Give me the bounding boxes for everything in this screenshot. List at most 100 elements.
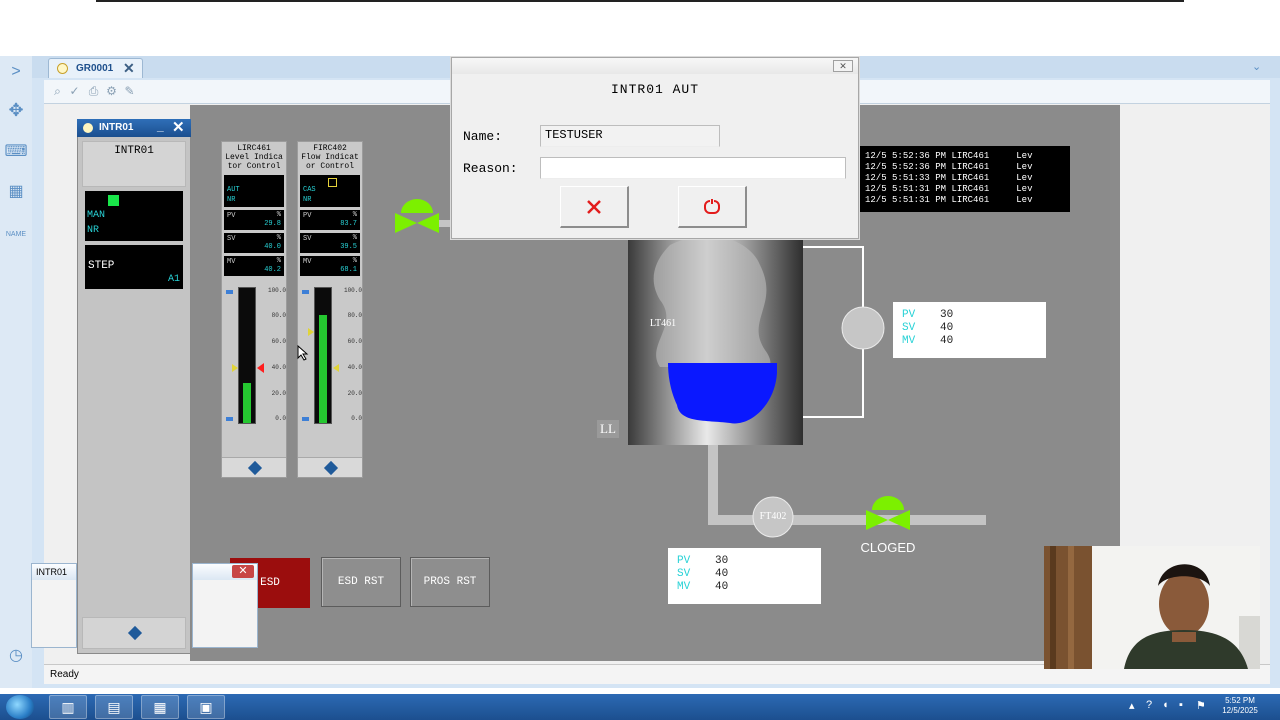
- tab-gr0001[interactable]: GR0001 ✕: [48, 58, 143, 78]
- detail-icon[interactable]: [323, 460, 339, 476]
- grid-icon[interactable]: ▦: [4, 180, 28, 204]
- mode-label: AUT: [227, 186, 240, 194]
- faceplate-footer[interactable]: [298, 457, 362, 477]
- mv-value: 40: [715, 581, 729, 593]
- outlet-pipe-vertical: [708, 445, 718, 515]
- faceplate-header: INTR01: [82, 141, 186, 187]
- low-limit-marker: [302, 417, 309, 421]
- edit-icon[interactable]: ✎: [122, 84, 137, 99]
- step-display[interactable]: STEP A1: [85, 245, 183, 289]
- alarm-list[interactable]: 12/5 5:52:36 PM LIRC461 Lev 12/5 5:52:36…: [858, 146, 1070, 212]
- minimize-icon[interactable]: _: [157, 119, 164, 133]
- tab-label: GR0001: [76, 63, 114, 74]
- pv-value: 30: [940, 309, 954, 321]
- scale-tick: 100.0: [267, 287, 286, 294]
- ft402-label: FT402: [759, 511, 787, 522]
- cancel-button[interactable]: [560, 186, 629, 228]
- mode-display[interactable]: MAN NR: [85, 191, 183, 241]
- mode-label: CAS: [303, 186, 316, 194]
- status-text: Ready: [50, 669, 79, 680]
- close-icon[interactable]: ✕: [232, 565, 254, 578]
- alarm-row[interactable]: 12/5 5:52:36 PM LIRC461 Lev: [865, 151, 1070, 162]
- mode-status: NR: [303, 196, 312, 204]
- taskbar-clock[interactable]: 5:52 PM 12/5/2025: [1212, 696, 1268, 716]
- level-value-panel[interactable]: PV 30 SV 40 MV 40: [893, 302, 1046, 358]
- start-button[interactable]: [6, 695, 34, 719]
- taskbar-app-3-icon[interactable]: ▦: [141, 695, 179, 719]
- expand-icon[interactable]: >: [4, 60, 28, 84]
- scale-tick: 0.0: [351, 415, 362, 422]
- faceplate-footer[interactable]: [222, 457, 286, 477]
- detail-icon[interactable]: [127, 625, 143, 641]
- sv-display[interactable]: SV% 40.0: [224, 233, 284, 253]
- dialog-title: INTR01 AUT: [610, 82, 699, 97]
- window-title: INTR01: [99, 122, 134, 133]
- tab-dropdown-icon[interactable]: ⌄: [1252, 60, 1261, 73]
- mv-display[interactable]: MV% 40.2: [224, 256, 284, 276]
- mode-display[interactable]: CAS NR: [300, 175, 360, 207]
- reason-label: Reason:: [463, 161, 518, 176]
- alarm-row[interactable]: 12/5 5:51:33 PM LIRC461 Lev: [865, 173, 1070, 184]
- intr01-titlebar[interactable]: INTR01 _ ✕: [77, 119, 191, 137]
- mv-label: MV: [677, 581, 691, 593]
- lt461-label: LT461: [649, 318, 677, 329]
- alarm-row[interactable]: 12/5 5:51:31 PM LIRC461 Lev: [865, 184, 1070, 195]
- sv-display[interactable]: SV% 39.5: [300, 233, 360, 253]
- pv-display: PV% 29.8: [224, 210, 284, 230]
- close-icon[interactable]: ✕: [172, 118, 185, 136]
- taskbar-app-1-icon[interactable]: ▥: [49, 695, 87, 719]
- alarm-row[interactable]: 12/5 5:51:31 PM LIRC461 Lev: [865, 195, 1070, 206]
- name-field[interactable]: TESTUSER: [540, 125, 720, 147]
- check-icon[interactable]: ✓: [67, 84, 82, 99]
- faceplate-firc402[interactable]: FIRC402 Flow Indicat or Control CAS NR PV%…: [297, 141, 363, 478]
- mini-window[interactable]: INTR01: [31, 563, 77, 648]
- instrument-tag: FIRC402 Flow Indicat or Control: [301, 144, 359, 171]
- taskbar-app-2-icon[interactable]: ▤: [95, 695, 133, 719]
- pros-rst-button[interactable]: PROS RST: [410, 557, 490, 607]
- move-icon[interactable]: ✥: [4, 98, 28, 122]
- cascade-indicator-icon: [328, 178, 337, 187]
- scale-tick: 100.0: [343, 287, 362, 294]
- dialog-close-icon[interactable]: ✕: [833, 60, 853, 72]
- lt461-transmitter[interactable]: [841, 306, 885, 350]
- instrument-tag: LIRC461 Level Indica tor Control: [225, 144, 283, 171]
- print-icon[interactable]: ⎙: [86, 84, 101, 99]
- mode-display[interactable]: AUT NR: [224, 175, 284, 207]
- mini-window-2[interactable]: ✕: [192, 563, 258, 648]
- esd-rst-button[interactable]: ESD RST: [321, 557, 401, 607]
- dialog-titlebar[interactable]: [452, 58, 858, 74]
- sv-pointer[interactable]: [308, 328, 314, 336]
- scale-tick: 80.0: [347, 312, 362, 319]
- reason-field[interactable]: [540, 157, 846, 179]
- volume-icon[interactable]: ◖: [1162, 699, 1169, 711]
- settings-icon[interactable]: ⚙: [104, 84, 119, 99]
- faceplate-footer[interactable]: [82, 617, 186, 649]
- close-tab-icon[interactable]: ✕: [123, 60, 135, 77]
- help-icon[interactable]: ?: [1146, 699, 1152, 711]
- taskbar-app-4-icon[interactable]: ▣: [187, 695, 225, 719]
- valve-state-label: CLOGED: [860, 540, 916, 555]
- alarm-row[interactable]: 12/5 5:52:36 PM LIRC461 Lev: [865, 162, 1070, 173]
- side-name-label: NAME: [5, 231, 27, 238]
- confirm-icon: [704, 199, 720, 214]
- network-icon[interactable]: ▪: [1179, 699, 1183, 711]
- scale-tick: 0.0: [275, 415, 286, 422]
- mini-window-title: INTR01: [32, 564, 76, 580]
- faceplate-lirc461[interactable]: LIRC461 Level Indica tor Control AUT NR PV…: [221, 141, 287, 478]
- flow-value-panel[interactable]: PV 30 SV 40 MV 40: [668, 548, 821, 604]
- flag-icon[interactable]: ⚑: [1196, 699, 1206, 712]
- outlet-pipe-horizontal: [708, 515, 986, 525]
- inlet-valve[interactable]: [395, 199, 451, 233]
- mode-label: MAN: [87, 210, 106, 221]
- scale-tick: 60.0: [347, 338, 362, 345]
- history-icon[interactable]: ◷: [4, 644, 28, 668]
- keyboard-icon[interactable]: ⌨: [4, 140, 28, 164]
- sv-pointer[interactable]: [232, 364, 238, 372]
- zoom-icon[interactable]: ⌕: [50, 84, 65, 99]
- tray-expand-icon[interactable]: ▴: [1129, 699, 1135, 712]
- name-label: Name:: [463, 129, 503, 144]
- pv-label: PV: [902, 309, 916, 321]
- mv-display[interactable]: MV% 68.1: [300, 256, 360, 276]
- detail-icon[interactable]: [247, 460, 263, 476]
- confirm-button[interactable]: [678, 186, 747, 228]
